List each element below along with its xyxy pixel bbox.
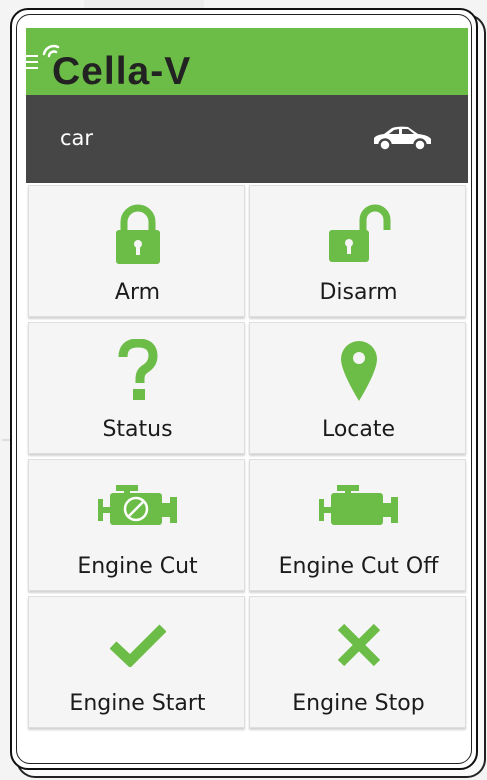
locked-padlock-icon — [115, 204, 160, 264]
map-pin-icon — [340, 341, 377, 401]
question-mark-icon — [118, 339, 158, 400]
device-name: car — [60, 126, 94, 150]
engine-start-label: Engine Start — [69, 691, 206, 716]
engine-cut-icon — [97, 485, 177, 525]
status-button[interactable]: Status — [28, 322, 245, 454]
locate-button[interactable]: Locate — [249, 322, 466, 454]
x-mark-icon — [337, 623, 380, 667]
cella-v-logo: Cella-V — [42, 44, 191, 90]
status-label: Status — [102, 417, 173, 442]
app-screen: Cella-V car Arm Disarm Status Locate Eng… — [26, 28, 468, 750]
engine-stop-label: Engine Stop — [292, 691, 425, 716]
engine-cut-off-button[interactable]: Engine Cut Off — [249, 459, 466, 591]
locate-label: Locate — [321, 417, 396, 442]
engine-cut-button[interactable]: Engine Cut — [28, 459, 245, 591]
car-icon — [374, 126, 431, 152]
engine-cut-label: Engine Cut — [77, 554, 198, 579]
arm-label: Arm — [114, 280, 161, 305]
unlocked-padlock-icon — [328, 204, 390, 262]
app-header: Cella-V — [26, 28, 468, 95]
engine-icon — [318, 485, 398, 525]
device-bar[interactable]: car — [26, 95, 468, 183]
engine-cut-off-label: Engine Cut Off — [278, 554, 439, 579]
engine-start-button[interactable]: Engine Start — [28, 596, 245, 728]
engine-stop-button[interactable]: Engine Stop — [249, 596, 466, 728]
checkmark-icon — [109, 624, 166, 667]
disarm-label: Disarm — [319, 280, 398, 305]
arm-button[interactable]: Arm — [28, 185, 245, 317]
disarm-button[interactable]: Disarm — [249, 185, 466, 317]
phone-frame: Cella-V car Arm Disarm Status Locate Eng… — [10, 8, 478, 770]
svg-text:Cella-V: Cella-V — [52, 50, 191, 90]
